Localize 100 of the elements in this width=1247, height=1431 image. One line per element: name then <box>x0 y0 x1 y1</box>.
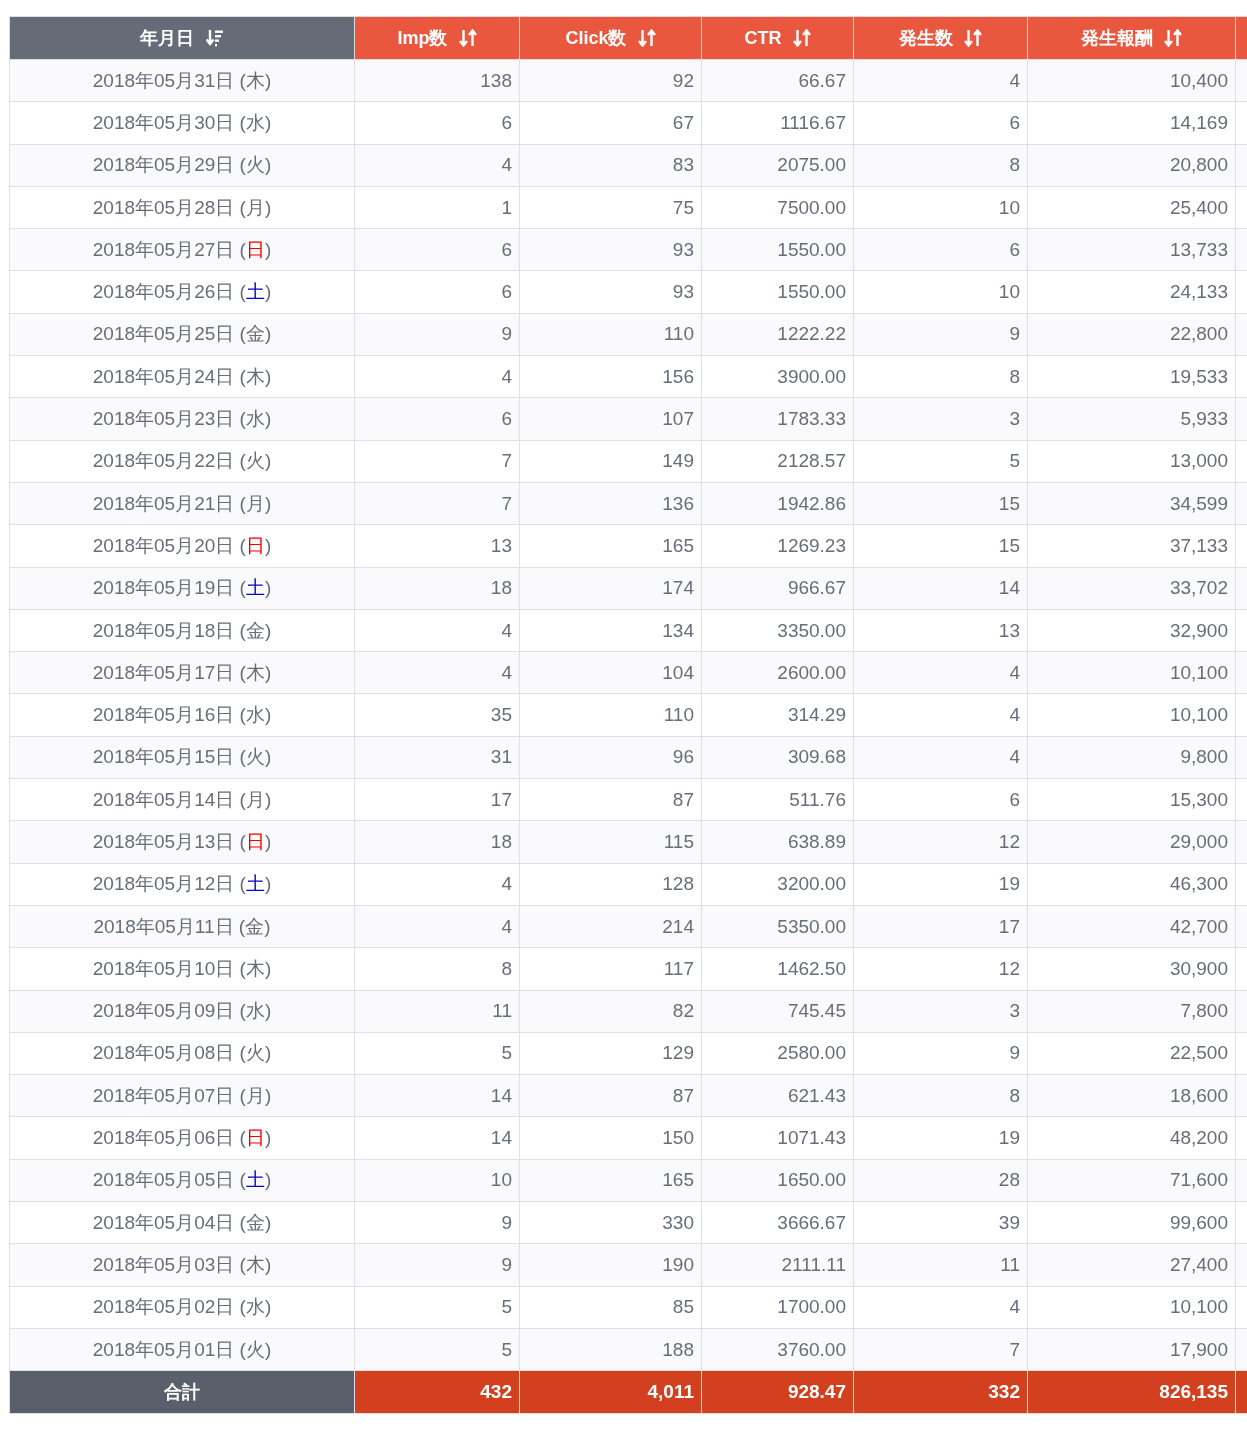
table-cell: 110 <box>519 693 702 737</box>
table-cell: 5,933 <box>1027 397 1236 441</box>
table-cell: 4 <box>853 736 1028 779</box>
sort-icon <box>964 29 982 47</box>
table-cell: 82 <box>519 990 702 1033</box>
table-cell: 1550.00 <box>701 228 854 271</box>
date-cell: 2018年05月20日 (日) <box>9 524 355 568</box>
column-header[interactable]: 年月日 <box>9 16 355 60</box>
column-header[interactable]: 発生数 <box>853 16 1028 60</box>
column-header[interactable]: Click数 <box>519 16 702 60</box>
table-cell: 12 <box>853 947 1028 991</box>
table-cell: 4 <box>354 609 520 652</box>
table-cell: 10 <box>853 186 1028 229</box>
table-cell: 3 <box>853 397 1028 441</box>
date-cell: 2018年05月08日 (火) <box>9 1032 355 1075</box>
table-cell: 2075.00 <box>701 144 854 187</box>
column-header[interactable]: 発生報酬 <box>1027 16 1236 60</box>
date-cell: 2018年05月28日 (月) <box>9 186 355 229</box>
table-cell: 1650.00 <box>701 1159 854 1202</box>
table-cell: 14 <box>354 1116 520 1160</box>
table-cell: 87 <box>519 1074 702 1117</box>
column-header[interactable]: CTR <box>701 16 854 60</box>
date-cell: 2018年05月01日 (火) <box>9 1328 355 1371</box>
column-header[interactable]: Imp数 <box>354 16 520 60</box>
table-cell: 4 <box>853 651 1028 694</box>
table-cell: 8 <box>853 144 1028 187</box>
table-cell: 3666.67 <box>701 1201 854 1244</box>
table-cell: 1700.00 <box>701 1286 854 1329</box>
table-cell: 4 <box>853 59 1028 102</box>
table-cell: 39 <box>853 1201 1028 1244</box>
date-cell: 2018年05月29日 (火) <box>9 144 355 187</box>
table-cell: 32,900 <box>1027 609 1236 652</box>
total-label: 合計 <box>9 1370 355 1413</box>
date-cell: 2018年05月13日 (日) <box>9 820 355 864</box>
table-cell: 117 <box>519 947 702 991</box>
table-cell: 99,600 <box>1027 1201 1236 1244</box>
table-cell: 7,800 <box>1027 990 1236 1033</box>
date-cell: 2018年05月04日 (金) <box>9 1201 355 1244</box>
table-cell: 7 <box>354 482 520 525</box>
date-cell: 2018年05月21日 (月) <box>9 482 355 525</box>
sort-icon <box>792 29 811 48</box>
table-cell: 46,300 <box>1027 863 1236 906</box>
table-cell: 10 <box>354 1159 520 1202</box>
table-cell: 11 <box>354 990 520 1033</box>
table-cell: 9 <box>354 1201 520 1244</box>
date-cell: 2018年05月07日 (月) <box>9 1074 355 1117</box>
table-cell: 93 <box>519 271 702 314</box>
table-cell: 621.43 <box>701 1074 854 1117</box>
date-cell: 2018年05月10日 (木) <box>9 947 355 991</box>
table-cell: 1222.22 <box>701 313 854 356</box>
table-cell: 8 <box>853 355 1028 398</box>
table-cell: 83 <box>519 144 702 187</box>
table-cell: 19,533 <box>1027 355 1236 398</box>
table-cell: 9 <box>853 1032 1028 1075</box>
table-cell: 511.76 <box>701 778 854 821</box>
table-cell: 1269.23 <box>701 524 854 568</box>
table-cell: 7 <box>853 1328 1028 1371</box>
table-cell: 9,800 <box>1027 736 1236 779</box>
date-cell: 2018年05月19日 (土) <box>9 567 355 610</box>
table-cell: 96 <box>519 736 702 779</box>
date-cell: 2018年05月14日 (月) <box>9 778 355 821</box>
date-cell: 2018年05月05日 (土) <box>9 1159 355 1202</box>
table-cell: 29,000 <box>1027 820 1236 864</box>
total-cell: 4,011 <box>519 1370 702 1413</box>
table-cell: 188 <box>519 1328 702 1371</box>
table-cell: 330 <box>519 1201 702 1244</box>
table-cell: 17 <box>853 905 1028 948</box>
table-cell: 8 <box>354 947 520 991</box>
table-cell: 19 <box>853 863 1028 906</box>
date-cell: 2018年05月09日 (水) <box>9 990 355 1033</box>
table-cell: 150 <box>519 1116 702 1160</box>
table-cell: 48,200 <box>1027 1116 1236 1160</box>
table-cell: 4 <box>853 693 1028 737</box>
date-cell: 2018年05月26日 (土) <box>9 271 355 314</box>
sort-descending-icon <box>205 29 224 47</box>
table-cell: 128 <box>519 863 702 906</box>
table-cell: 190 <box>519 1243 702 1287</box>
table-cell: 4 <box>354 355 520 398</box>
table-cell: 6 <box>354 228 520 271</box>
table-cell: 37,133 <box>1027 524 1236 568</box>
table-cell: 22,800 <box>1027 313 1236 356</box>
table-cell: 174 <box>519 567 702 610</box>
table-cell: 12 <box>853 820 1028 864</box>
table-cell: 1942.86 <box>701 482 854 525</box>
table-cell: 14 <box>853 567 1028 610</box>
table-cell: 156 <box>519 355 702 398</box>
table-cell: 17 <box>354 778 520 821</box>
table-cell: 149 <box>519 440 702 483</box>
table-cell: 85 <box>519 1286 702 1329</box>
table-cell: 3 <box>853 990 1028 1033</box>
table-cell: 745.45 <box>701 990 854 1033</box>
table-cell: 165 <box>519 524 702 568</box>
sort-icon <box>637 29 656 47</box>
table-cell: 9 <box>354 1243 520 1287</box>
table-cell: 6 <box>853 101 1028 145</box>
table-cell: 14,169 <box>1027 101 1236 145</box>
table-cell: 3760.00 <box>701 1328 854 1371</box>
table-cell: 3200.00 <box>701 863 854 906</box>
date-cell: 2018年05月15日 (火) <box>9 736 355 779</box>
date-cell: 2018年05月23日 (水) <box>9 397 355 441</box>
